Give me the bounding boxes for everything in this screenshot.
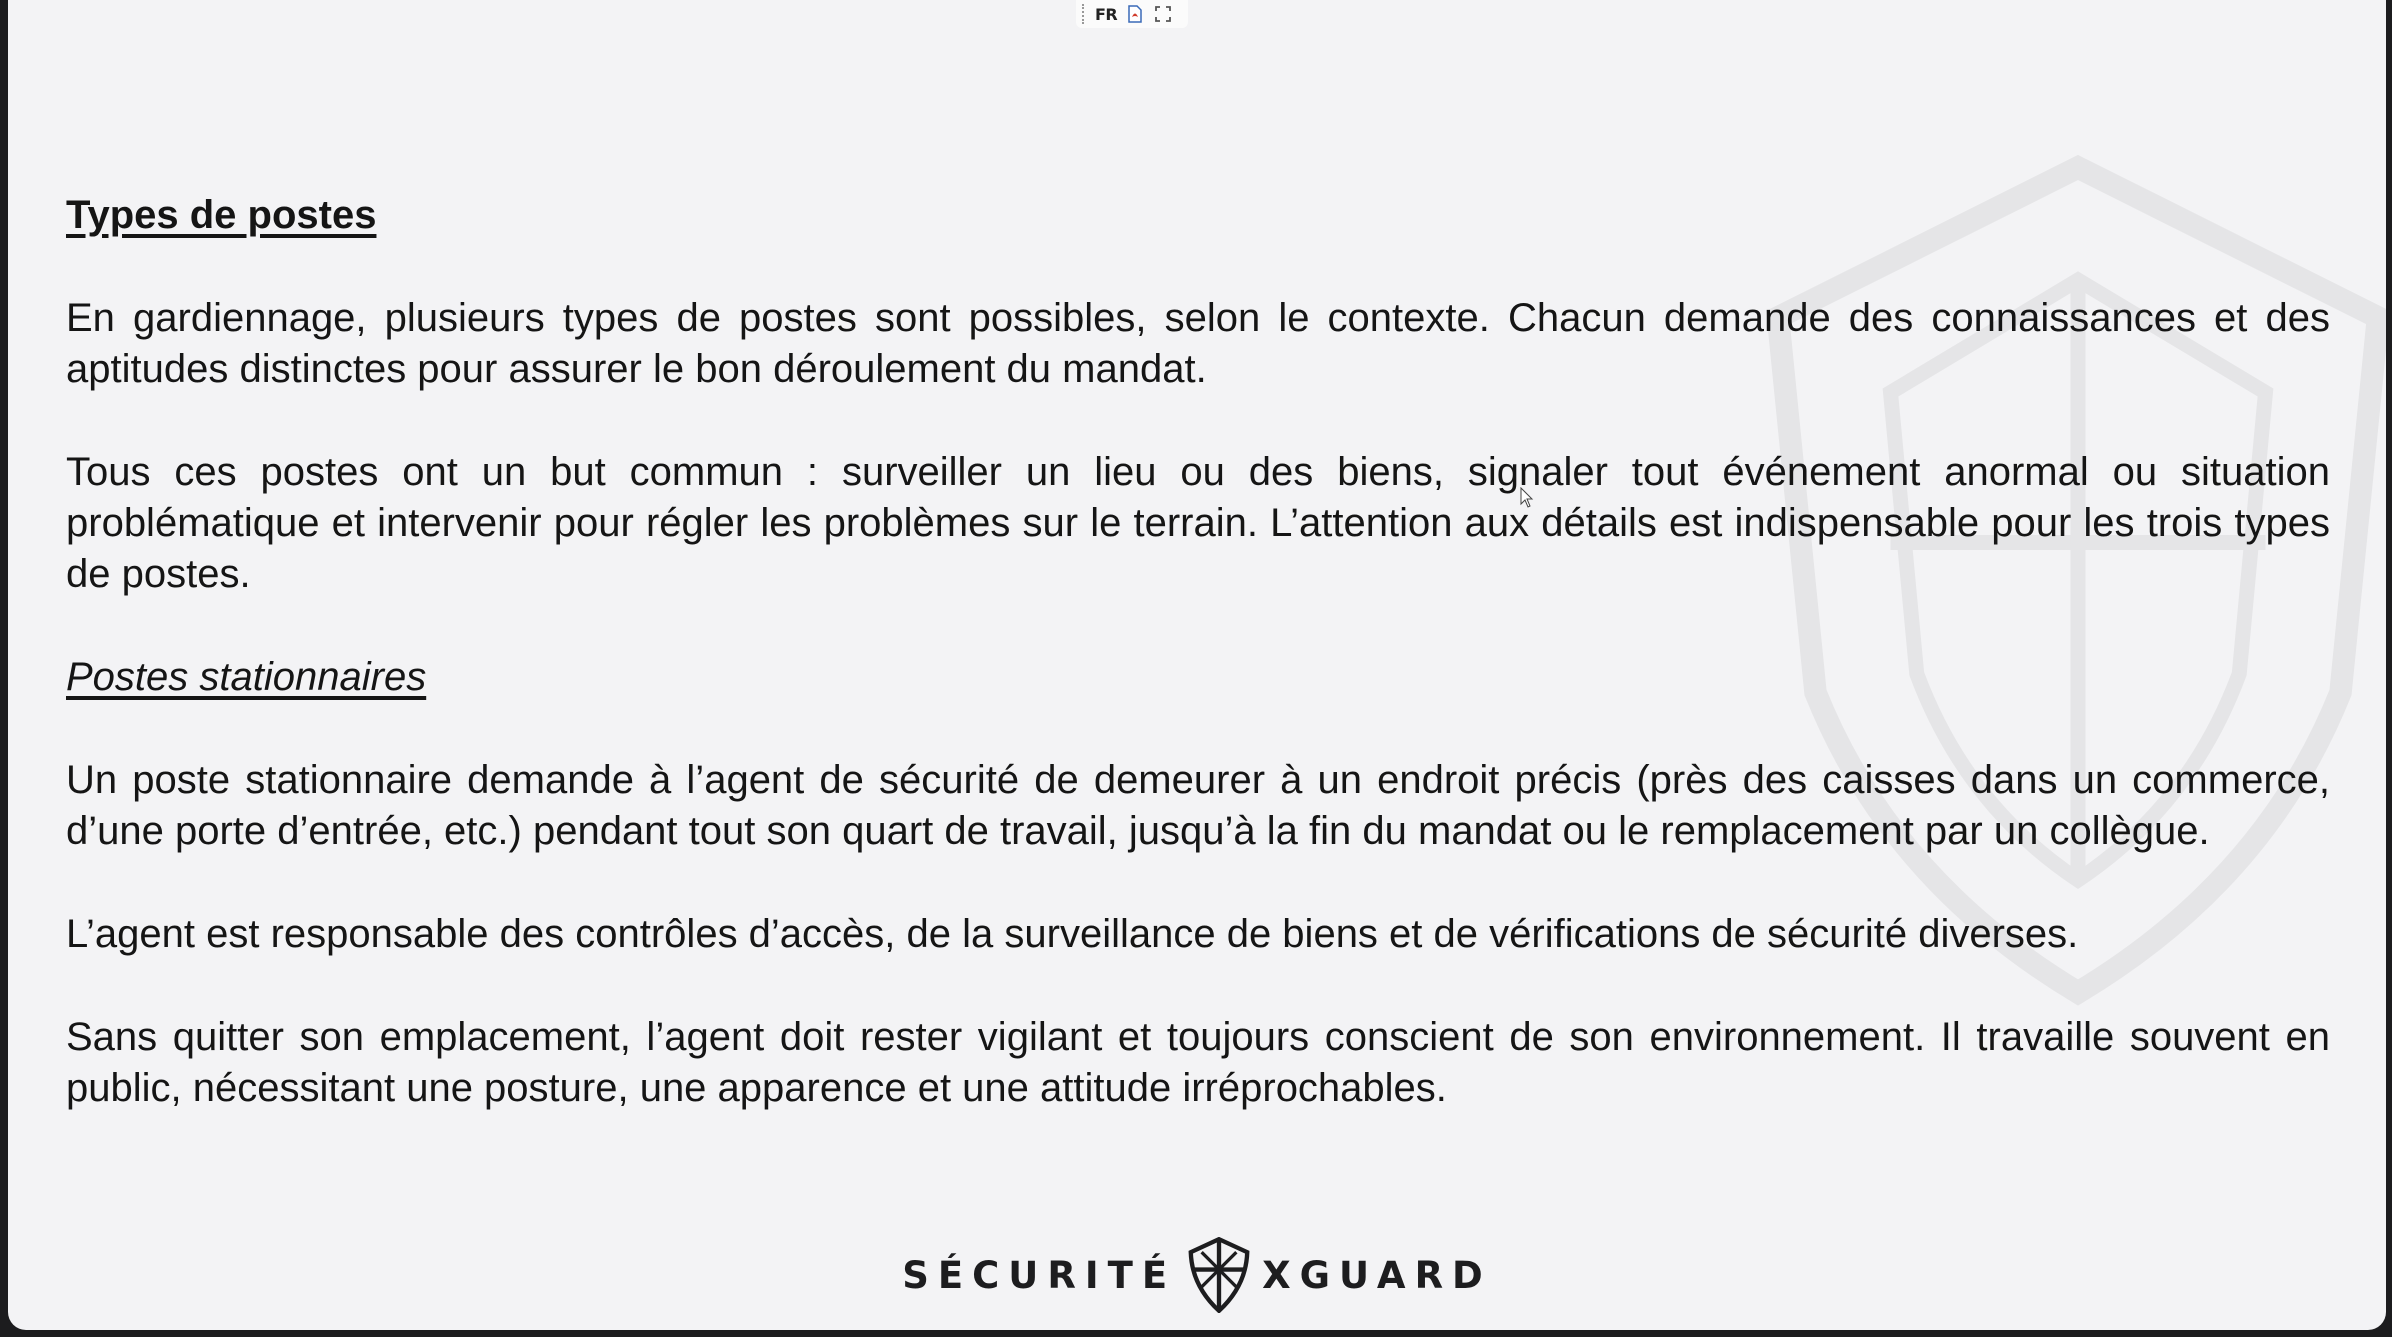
floating-toolbar: FR: [1076, 0, 1188, 28]
brand-name-left: SÉCURITÉ: [902, 1253, 1177, 1297]
paragraph: Un poste stationnaire demande à l’agent …: [66, 758, 2330, 853]
expand-icon[interactable]: [1153, 4, 1173, 24]
paragraph: Sans quitter son emplacement, l’agent do…: [66, 1015, 2330, 1110]
paragraph: L’agent est responsable des contrôles d’…: [66, 912, 2079, 956]
section-title: Types de postes: [66, 193, 377, 237]
paragraph: En gardiennage, plusieurs types de poste…: [66, 296, 2330, 391]
pdf-icon[interactable]: [1125, 4, 1145, 24]
footer-brand-logo: SÉCURITÉ XGUARD: [8, 1237, 2386, 1313]
shield-logo-icon: [1188, 1237, 1250, 1313]
drag-handle-icon[interactable]: [1082, 4, 1087, 24]
document-page: FR Types de postes En gardiennage, plusi…: [8, 0, 2386, 1330]
brand-name-right: XGUARD: [1262, 1253, 1492, 1297]
language-toggle[interactable]: FR: [1095, 5, 1118, 24]
subsection-title: Postes stationnaires: [66, 655, 427, 699]
mouse-cursor-icon: [1520, 487, 1534, 508]
paragraph: Tous ces postes ont un but commun : surv…: [66, 450, 2330, 596]
document-content: Types de postes En gardiennage, plusieur…: [66, 190, 2330, 1166]
